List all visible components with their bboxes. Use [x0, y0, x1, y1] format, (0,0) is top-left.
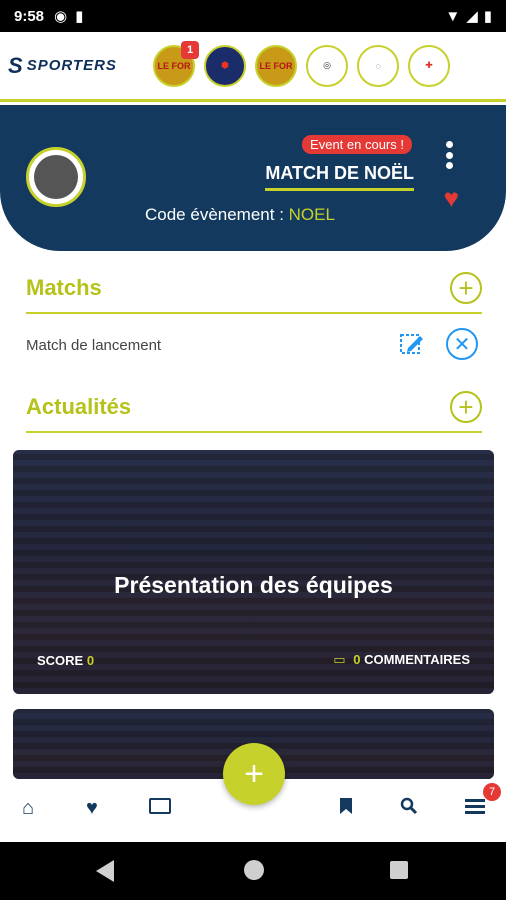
event-code: Code évènement : NOEL — [145, 205, 335, 225]
event-code-label: Code évènement : — [145, 205, 284, 224]
battery-icon: ▮ — [483, 8, 492, 25]
sporters-logo[interactable]: S SPORTERS — [8, 53, 143, 79]
club-crest-icon: ⬢ — [221, 60, 229, 70]
favorite-heart-icon[interactable]: ♥ — [444, 183, 459, 214]
add-news-button[interactable]: + — [450, 391, 482, 423]
more-vert-icon[interactable] — [444, 141, 454, 169]
ticket-icon[interactable] — [149, 797, 171, 820]
back-icon[interactable] — [96, 860, 114, 882]
menu-icon[interactable]: 7 — [465, 783, 501, 820]
add-match-button[interactable]: + — [450, 272, 482, 304]
section-title: Actualités — [26, 394, 132, 419]
app-header: S SPORTERS LE FOR 1 ⬢ LE FOR ◎ ◌ ✚ — [0, 32, 506, 102]
recent-apps-icon[interactable] — [390, 861, 408, 879]
signal-icon: ◢ — [466, 8, 478, 25]
section-title: Matchs — [26, 275, 102, 300]
add-fab-button[interactable]: + — [223, 743, 285, 805]
score-value: 0 — [86, 653, 95, 668]
brand-name: SPORTERS — [26, 57, 117, 74]
menu-notification-badge: 7 — [483, 783, 501, 801]
home-icon[interactable]: ⌂ — [22, 797, 34, 820]
app-notification-icon: ◉ — [54, 8, 68, 25]
club-list: LE FOR 1 ⬢ LE FOR ◎ ◌ ✚ — [153, 40, 450, 87]
news-section-header: Actualités + — [26, 391, 482, 433]
event-code-value: NOEL — [288, 205, 335, 224]
comments-label: COMMENTAIRES — [364, 652, 470, 667]
wifi-icon: ▼ — [445, 7, 461, 25]
status-bar: 9:58 ◉ ▮ ▼ ◢ ▮ — [0, 0, 506, 32]
list-item[interactable]: Match de lancement ✕ — [26, 326, 482, 364]
event-logo — [26, 147, 86, 207]
club-crest-icon: ✚ — [425, 60, 433, 70]
event-header: Event en cours ! MATCH DE NOËL Code évèn… — [0, 105, 506, 251]
club-avatar[interactable]: ◎ — [306, 44, 348, 87]
delete-icon[interactable]: ✕ — [446, 328, 478, 360]
club-avatar[interactable]: ⬢ — [204, 44, 246, 87]
search-icon[interactable] — [400, 797, 418, 821]
score-label: SCORE — [37, 653, 84, 668]
comments-count: 0 — [353, 652, 361, 667]
club-avatar[interactable]: ✚ — [408, 44, 450, 87]
club-crest-icon: ◌ — [375, 60, 381, 71]
home-button-icon[interactable] — [244, 860, 264, 880]
comment-icon: ▭ — [333, 652, 346, 667]
match-name: Match de lancement — [26, 336, 162, 354]
news-card[interactable]: Présentation des équipes SCORE 0 ▭ 0 COM… — [13, 450, 494, 694]
club-name: LE FOR — [157, 60, 191, 71]
sporters-logo-icon: S — [8, 52, 24, 78]
sd-card-icon: ▮ — [75, 8, 84, 25]
event-status-badge: Event en cours ! — [302, 135, 412, 154]
news-score: SCORE 0 — [37, 653, 94, 668]
heart-icon[interactable]: ♥ — [86, 797, 98, 820]
status-time: 9:58 — [14, 7, 45, 25]
club-notification-badge: 1 — [181, 40, 199, 59]
event-title: MATCH DE NOËL — [265, 163, 414, 191]
matchs-section-header: Matchs + — [26, 272, 482, 314]
bookmark-icon[interactable] — [339, 797, 353, 821]
club-avatar[interactable]: ◌ — [357, 44, 399, 87]
edit-icon[interactable] — [398, 330, 426, 358]
club-avatar[interactable]: LE FOR 1 — [153, 40, 199, 87]
club-crest-icon: ◎ — [323, 60, 331, 70]
club-avatar[interactable]: LE FOR — [255, 44, 297, 87]
news-comments[interactable]: ▭ 0 COMMENTAIRES — [333, 652, 470, 668]
club-name: LE FOR — [259, 60, 293, 71]
news-title: Présentation des équipes — [114, 572, 393, 598]
android-navigation-bar — [0, 842, 506, 900]
